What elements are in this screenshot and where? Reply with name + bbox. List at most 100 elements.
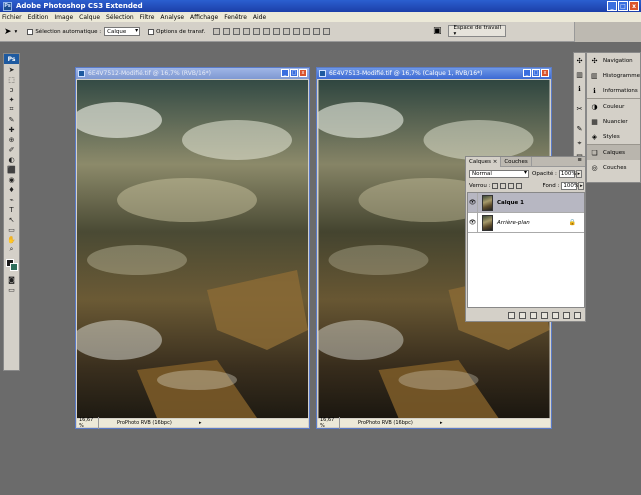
zoom-level[interactable]: 16,67 % [77, 417, 99, 429]
layer-row-calque-1[interactable]: 👁 Calque 1 [468, 192, 584, 213]
gradient-tool-icon[interactable]: ◉ [5, 175, 18, 184]
panel-info[interactable]: ℹ Informations [587, 83, 640, 98]
hand-tool-icon[interactable]: ✋ [5, 235, 18, 244]
menu-affichage[interactable]: Affichage [190, 14, 218, 21]
opacity-input[interactable]: 100% [558, 170, 577, 178]
tab-layers[interactable]: Calques × [466, 157, 502, 167]
menu-aide[interactable]: Aide [253, 14, 266, 21]
new-layer-icon[interactable] [563, 311, 570, 319]
history-brush-tool-icon[interactable]: ◐ [5, 155, 18, 164]
layer-row-arriere-plan[interactable]: 👁 Arrière-plan 🔒 [468, 212, 584, 233]
menu-calque[interactable]: Calque [79, 14, 100, 21]
align-right-icon[interactable] [263, 28, 271, 35]
visibility-eye-icon[interactable]: 👁 [468, 192, 478, 213]
distribute-top-icon[interactable] [273, 28, 281, 35]
visibility-eye-icon[interactable]: 👁 [468, 212, 478, 233]
menu-filtre[interactable]: Filtre [140, 14, 155, 21]
background-color-swatch[interactable] [10, 263, 18, 271]
screen-mode-icon[interactable]: ▭ [5, 285, 18, 294]
layer-name[interactable]: Arrière-plan [497, 220, 530, 226]
dodge-tool-icon[interactable]: ♦ [5, 185, 18, 194]
panel-layers[interactable]: ❏ Calques [587, 145, 640, 160]
align-hcenter-icon[interactable] [253, 28, 261, 35]
close-button[interactable]: x [541, 69, 549, 77]
trash-icon[interactable] [574, 311, 581, 319]
move-tool-icon[interactable]: ➤ [5, 65, 18, 74]
menu-selection[interactable]: Sélection [106, 14, 134, 21]
tool-preset-dropdown-icon[interactable]: ▾ [15, 29, 18, 35]
menu-image[interactable]: Image [54, 14, 73, 21]
lock-transparency-icon[interactable] [492, 183, 499, 189]
fx-icon[interactable] [519, 311, 526, 319]
info-icon[interactable]: ℹ [574, 83, 585, 95]
distribute-vcenter-icon[interactable] [283, 28, 291, 35]
zoom-tool-icon[interactable]: ⌕ [5, 245, 18, 254]
clone-stamp-tool-icon[interactable]: ⊕ [5, 135, 18, 144]
navigator-icon[interactable]: ✣ [574, 55, 585, 67]
magic-wand-tool-icon[interactable]: ✦ [5, 95, 18, 104]
histogram-icon[interactable]: ▥ [574, 69, 585, 81]
fill-input[interactable]: 100% [561, 182, 579, 190]
panel-channels[interactable]: ◎ Couches [587, 160, 640, 175]
brushes-icon[interactable]: ✎ [574, 123, 585, 135]
panel-swatches[interactable]: ▦ Nuancier [587, 114, 640, 129]
document-title-bar[interactable]: 6E4V7513-Modifié.tif @ 16,7% (Calque 1, … [317, 68, 551, 79]
healing-brush-tool-icon[interactable]: ✚ [5, 125, 18, 134]
auto-select-dropdown[interactable]: Calque [104, 27, 141, 36]
align-left-icon[interactable] [243, 28, 251, 35]
path-selection-tool-icon[interactable]: ↖ [5, 215, 18, 224]
panel-styles[interactable]: ◈ Styles [587, 129, 640, 144]
type-tool-icon[interactable]: T [5, 205, 18, 214]
align-vcenter-icon[interactable] [223, 28, 231, 35]
eyedropper-tool-icon[interactable]: ✎ [5, 115, 18, 124]
color-swatches[interactable] [4, 258, 19, 272]
pen-tool-icon[interactable]: ⌁ [5, 195, 18, 204]
marquee-tool-icon[interactable]: ⬚ [5, 75, 18, 84]
maximize-button[interactable]: □ [532, 69, 540, 77]
layer-name[interactable]: Calque 1 [497, 200, 524, 206]
lock-all-icon[interactable] [516, 183, 523, 189]
bridge-icon[interactable]: ▣ [433, 26, 442, 36]
menu-fenetre[interactable]: Fenêtre [224, 14, 247, 21]
move-tool-icon[interactable]: ➤ [4, 27, 12, 37]
distribute-right-icon[interactable] [323, 28, 331, 35]
panel-histogram[interactable]: ▥ Histogramme [587, 68, 640, 83]
adjustment-icon[interactable] [541, 311, 548, 319]
crop-tool-icon[interactable]: ⌗ [5, 105, 18, 114]
lasso-tool-icon[interactable]: ↄ [5, 85, 18, 94]
panel-menu-icon[interactable]: ≡ [577, 157, 585, 166]
zoom-level[interactable]: 16,67 % [318, 417, 340, 429]
close-button[interactable]: x [299, 69, 307, 77]
quick-mask-icon[interactable]: ◙ [5, 275, 18, 284]
eraser-tool-icon[interactable]: ⬛ [5, 165, 18, 174]
close-button[interactable]: x [629, 1, 639, 11]
panel-navigation[interactable]: ✣ Navigation [587, 53, 640, 68]
tab-channels[interactable]: Couches [501, 157, 532, 167]
distribute-left-icon[interactable] [303, 28, 311, 35]
water-rocks-photo[interactable] [77, 80, 308, 418]
folder-icon[interactable] [552, 311, 559, 319]
auto-select-checkbox[interactable] [27, 28, 34, 35]
document-title-bar[interactable]: 6E4V7512-Modifié.tif @ 16,7% (RVB/16*) _… [76, 68, 309, 79]
blend-mode-dropdown[interactable]: Normal [469, 169, 529, 178]
transform-controls-checkbox[interactable] [148, 28, 155, 35]
shape-tool-icon[interactable]: ▭ [5, 225, 18, 234]
lock-pixels-icon[interactable] [500, 183, 507, 189]
minimize-button[interactable]: _ [281, 69, 289, 77]
align-bottom-icon[interactable] [233, 28, 241, 35]
status-arrow-icon[interactable]: ▸ [199, 420, 202, 426]
status-arrow-icon[interactable]: ▸ [440, 420, 443, 426]
maximize-button[interactable]: □ [290, 69, 298, 77]
panel-color[interactable]: ◑ Couleur [587, 99, 640, 114]
menu-edition[interactable]: Edition [28, 14, 49, 21]
minimize-button[interactable]: _ [523, 69, 531, 77]
maximize-button[interactable]: □ [618, 1, 628, 11]
tool-presets-icon[interactable]: ✂ [574, 103, 585, 115]
fill-slider-arrow-icon[interactable]: ▸ [578, 182, 585, 190]
workspace-button[interactable]: Espace de travail ▾ [447, 25, 506, 37]
lock-position-icon[interactable] [508, 183, 515, 189]
menu-fichier[interactable]: Fichier [2, 14, 22, 21]
distribute-hcenter-icon[interactable] [313, 28, 321, 35]
clone-source-icon[interactable]: ⌖ [574, 137, 585, 149]
brush-tool-icon[interactable]: ✐ [5, 145, 18, 154]
